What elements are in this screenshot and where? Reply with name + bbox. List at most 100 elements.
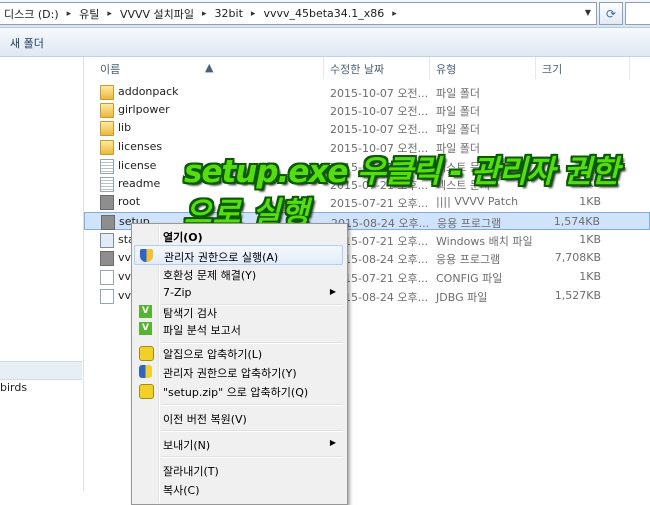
breadcrumb-32bit[interactable]: 32bit <box>211 7 247 20</box>
file-name: licenses <box>118 140 163 153</box>
menu-item-compress-to-zip[interactable]: "setup.zip" 으로 압축하기(Q) <box>134 381 343 401</box>
alzip-icon <box>139 346 154 361</box>
file-type: Windows 배치 파일 <box>436 235 533 248</box>
column-header-name[interactable]: 이름 <box>100 61 120 77</box>
file-type: 응용 프로그램 <box>437 217 502 230</box>
breadcrumb-separator-icon[interactable]: ▸ <box>198 9 211 19</box>
column-divider[interactable] <box>535 57 536 79</box>
column-divider[interactable] <box>629 57 630 79</box>
text-file-icon <box>100 159 114 174</box>
column-divider[interactable] <box>429 57 430 79</box>
file-size: 7,708KB <box>554 251 601 264</box>
column-header-date[interactable]: 수정한 날짜 <box>330 61 384 77</box>
text-file-icon <box>100 177 114 192</box>
menu-item-label: 파일 분석 보고서 <box>163 324 241 337</box>
search-input[interactable] <box>625 2 650 25</box>
menu-item-run-as-admin[interactable]: 관리자 권한으로 실행(A) <box>134 245 343 265</box>
file-icon <box>100 289 114 304</box>
menu-separator <box>161 430 343 432</box>
alzip-shield-icon <box>139 365 152 378</box>
command-toolbar: 새 폴더 <box>0 28 650 57</box>
breadcrumb[interactable]: 디스크 (D:) ▸ 유틸 ▸ VVVV 설치파일 ▸ 32bit ▸ vvvv… <box>0 2 597 25</box>
file-size: 1KB <box>579 233 601 246</box>
file-row[interactable]: root 2015-07-21 오후... |||| VVVV Patch 1K… <box>84 193 650 211</box>
batch-file-icon <box>100 233 114 248</box>
menu-item-file-analysis-report[interactable]: V 파일 분석 보고서 <box>134 319 343 339</box>
submenu-arrow-icon: ▶ <box>329 438 336 447</box>
file-name: license <box>118 159 157 172</box>
file-type: 응용 프로그램 <box>436 253 501 266</box>
file-row[interactable]: girlpower 2015-10-07 오전... 파일 폴더 <box>84 101 650 119</box>
file-type: 파일 폴더 <box>436 123 480 136</box>
menu-item-label: 관리자 권한으로 압축하기(Y) <box>163 367 297 380</box>
menu-item-label: 알집으로 압축하기(L) <box>163 348 263 361</box>
breadcrumb-separator-icon[interactable]: ▸ <box>63 9 76 19</box>
navigation-pane: birds <box>0 57 84 491</box>
menu-item-label: 7-Zip <box>163 286 192 299</box>
uac-shield-icon <box>140 249 153 262</box>
menu-item-label: 복사(C) <box>163 484 200 497</box>
breadcrumb-separator-icon[interactable]: ▸ <box>247 9 260 19</box>
file-type: |||| VVVV Patch <box>436 195 519 208</box>
menu-item-7zip[interactable]: 7-Zip ▶ <box>134 283 343 303</box>
address-history-dropdown-icon[interactable]: ▼ <box>580 2 596 23</box>
submenu-arrow-icon: ▶ <box>329 287 336 296</box>
file-row[interactable]: lib 2015-10-07 오전... 파일 폴더 <box>84 119 650 137</box>
folder-icon <box>100 85 114 100</box>
context-menu: 열기(O) 관리자 권한으로 실행(A) 호환성 문제 해결(Y) 7-Zip … <box>131 223 348 505</box>
folder-icon <box>100 140 114 155</box>
breadcrumb-drive[interactable]: 디스크 (D:) <box>0 6 63 22</box>
breadcrumb-separator-icon[interactable]: ▸ <box>388 9 401 19</box>
file-date: 2015-07-21 오후... <box>330 197 429 210</box>
column-header-type[interactable]: 유형 <box>436 61 456 77</box>
refresh-icon: ⟳ <box>605 6 617 21</box>
menu-item-troubleshoot-compatibility[interactable]: 호환성 문제 해결(Y) <box>134 264 343 284</box>
file-date: 2015-10-07 오전... <box>330 123 429 136</box>
file-size: 1,527KB <box>554 289 601 302</box>
nav-item-label[interactable]: birds <box>0 381 27 394</box>
menu-item-cut[interactable]: 잘라내기(T) <box>134 460 343 480</box>
file-date: 2015-10-07 오전... <box>330 87 429 100</box>
menu-item-alzip-admin-compress[interactable]: 관리자 권한으로 압축하기(Y) <box>134 362 343 382</box>
menu-item-label: 잘라내기(T) <box>163 465 219 478</box>
patch-file-icon <box>100 195 114 210</box>
address-bar: 디스크 (D:) ▸ 유틸 ▸ VVVV 설치파일 ▸ 32bit ▸ vvvv… <box>0 0 650 28</box>
file-icon <box>100 270 114 285</box>
file-name: lib <box>118 121 132 134</box>
breadcrumb-separator-icon[interactable]: ▸ <box>103 9 116 19</box>
menu-item-label: 열기(O) <box>163 231 203 244</box>
menu-item-restore-previous-versions[interactable]: 이전 버전 복원(V) <box>134 408 343 428</box>
column-header-size[interactable]: 크기 <box>542 61 562 77</box>
file-name: root <box>118 195 141 208</box>
breadcrumb-vvvv-installer[interactable]: VVVV 설치파일 <box>116 6 198 22</box>
file-size: 1KB <box>579 195 601 208</box>
file-date: 2015-10-07 오전... <box>330 105 429 118</box>
menu-item-label: 관리자 권한으로 실행(A) <box>164 251 279 264</box>
file-type: CONFIG 파일 <box>436 272 503 285</box>
menu-item-label: 보내기(N) <box>163 439 211 452</box>
tutorial-caption-line1: setup.exe 우클릭 - 관리자 권한 <box>184 154 620 190</box>
column-divider[interactable] <box>323 57 324 79</box>
file-type: 파일 폴더 <box>436 105 480 118</box>
folder-icon <box>100 121 114 136</box>
sort-ascending-icon: ▲ <box>205 61 214 74</box>
menu-item-open[interactable]: 열기(O) <box>134 226 343 246</box>
column-header-row: ▲ 이름 수정한 날짜 유형 크기 <box>84 57 650 79</box>
breadcrumb-util[interactable]: 유틸 <box>75 6 103 22</box>
file-name: addonpack <box>118 85 179 98</box>
file-name: readme <box>118 177 161 190</box>
menu-item-send-to[interactable]: 보내기(N) ▶ <box>134 434 343 454</box>
application-icon <box>101 215 115 230</box>
application-icon <box>100 251 114 266</box>
nav-selected-item[interactable] <box>0 361 82 380</box>
file-name: girlpower <box>118 103 170 116</box>
file-size: 1,574KB <box>553 215 600 228</box>
new-folder-button[interactable]: 새 폴더 <box>10 35 44 51</box>
breadcrumb-current-folder[interactable]: vvvv_45beta34.1_x86 <box>259 7 388 20</box>
file-row[interactable]: addonpack 2015-10-07 오전... 파일 폴더 <box>84 83 650 101</box>
file-type: JDBG 파일 <box>436 291 488 304</box>
file-size: 1KB <box>579 270 601 283</box>
menu-item-alzip-compress[interactable]: 알집으로 압축하기(L) <box>134 343 343 363</box>
refresh-button[interactable]: ⟳ <box>599 2 623 25</box>
menu-item-copy[interactable]: 복사(C) <box>134 479 343 499</box>
